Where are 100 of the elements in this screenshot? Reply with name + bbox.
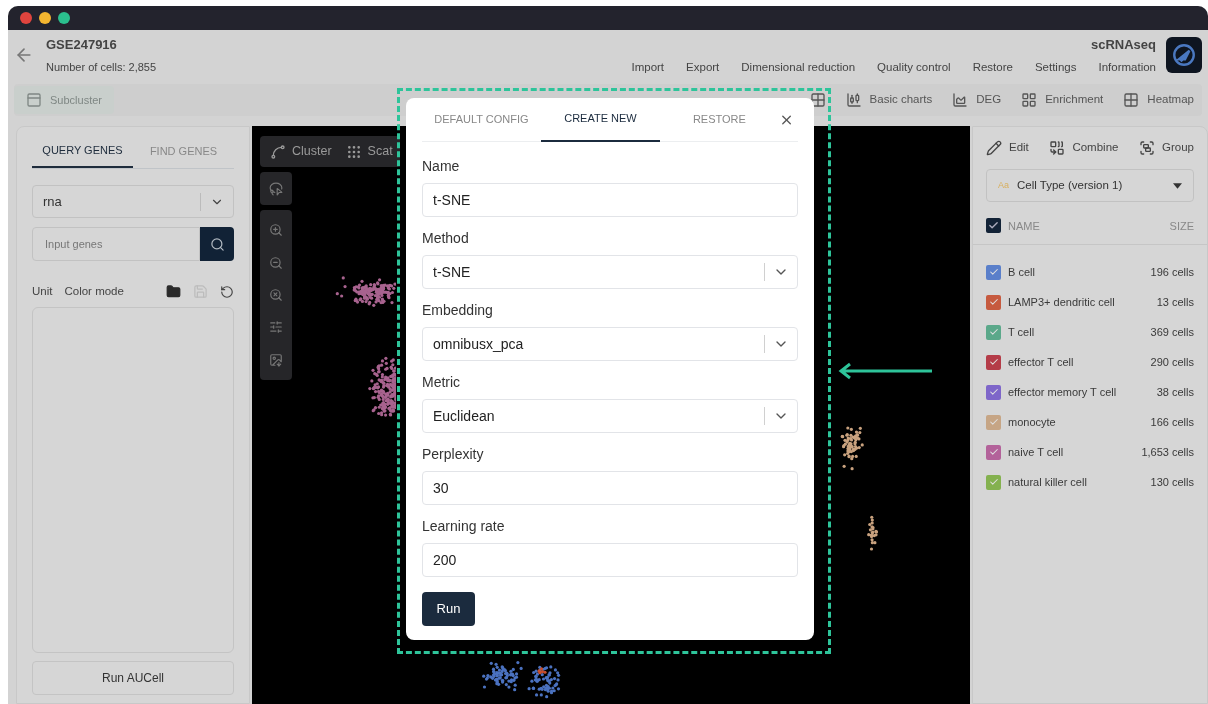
cell-type-checkbox[interactable]: [986, 264, 1001, 280]
toolbar-button[interactable]: [809, 92, 826, 108]
close-window-button[interactable]: [20, 12, 32, 24]
check-icon: [988, 297, 999, 308]
field-label: Embedding: [422, 301, 494, 320]
menu-item[interactable]: Dimensional reduction: [741, 59, 856, 77]
menu-item[interactable]: Settings: [1034, 59, 1077, 77]
candlestick-icon: [845, 92, 862, 108]
check-icon: [988, 357, 999, 368]
input-field[interactable]: t-SNE: [422, 183, 798, 217]
app-name: scRNAseq: [1090, 36, 1156, 54]
field-label: Metric: [422, 373, 462, 392]
run-button[interactable]: Run: [422, 592, 475, 626]
dots-icon: [345, 143, 362, 160]
app-logo: [1166, 37, 1202, 73]
check-icon: [988, 417, 999, 428]
sliders-icon[interactable]: [269, 320, 283, 335]
column-header: NAME: [1008, 218, 1041, 234]
gene-search-field[interactable]: Input genes: [32, 227, 200, 261]
cell-type-checkbox[interactable]: [986, 444, 1001, 460]
column-header: SIZE: [1169, 218, 1194, 234]
modal-tab[interactable]: RESTORE: [659, 97, 779, 142]
grid-icon: [1123, 92, 1140, 108]
check-icon: [988, 477, 999, 488]
cell-count: 38 cells: [1156, 385, 1194, 400]
annotation-action-button[interactable]: Group: [1139, 139, 1194, 157]
annotation-action-button[interactable]: Combine: [1049, 139, 1119, 157]
cell-count: 369 cells: [1150, 325, 1194, 340]
search-icon: [209, 236, 225, 252]
pencil-icon: [986, 139, 1002, 156]
menu-item[interactable]: Import: [631, 59, 665, 77]
area-chart-icon: [952, 92, 969, 108]
menu-item[interactable]: Information: [1098, 59, 1156, 77]
assay-select[interactable]: rna: [32, 185, 234, 218]
menu-item[interactable]: Restore: [972, 59, 1013, 77]
caret-down-icon: [1173, 182, 1182, 189]
panel-tab[interactable]: QUERY GENES: [32, 135, 133, 168]
zoom-out-icon[interactable]: [269, 255, 283, 270]
cell-type-name: LAMP3+ dendritic cell: [1008, 295, 1116, 310]
select-field[interactable]: Euclidean: [422, 399, 798, 433]
cell-type-name: effector T cell: [1008, 355, 1075, 370]
combine-icon: [1049, 139, 1066, 156]
cell-type-checkbox[interactable]: [986, 414, 1001, 430]
cell-count: 13 cells: [1156, 295, 1194, 310]
field-label: Learning rate: [422, 517, 506, 536]
option-label[interactable]: Unit: [32, 283, 53, 301]
check-icon: [988, 447, 999, 458]
group-icon: [1139, 139, 1155, 156]
image-download-icon[interactable]: [269, 352, 283, 367]
menu-item[interactable]: Export: [686, 59, 720, 77]
search-button[interactable]: [200, 227, 234, 261]
annotation-action-button[interactable]: Edit: [986, 139, 1029, 157]
field-label: Method: [422, 229, 470, 248]
field-label: Perplexity: [422, 445, 485, 464]
undo-icon[interactable]: [220, 284, 234, 299]
plot-mode-button[interactable]: Cluster: [270, 142, 332, 161]
zoom-reset-icon[interactable]: [269, 287, 283, 302]
window-title: GSE247916: [46, 36, 118, 54]
modal-tab[interactable]: CREATE NEW: [540, 97, 660, 142]
zoom-window-button[interactable]: [58, 12, 70, 24]
check-icon: [988, 327, 999, 338]
grid-icon: [809, 92, 826, 108]
lasso-icon: [269, 181, 283, 196]
toolbar-button[interactable]: DEG: [952, 91, 1002, 109]
minimize-window-button[interactable]: [39, 12, 51, 24]
option-label[interactable]: Color mode: [64, 283, 124, 301]
input-field[interactable]: 200: [422, 543, 798, 577]
cell-type-checkbox[interactable]: [986, 354, 1001, 370]
modal-tab[interactable]: DEFAULT CONFIG: [422, 97, 541, 142]
zoom-in-icon[interactable]: [269, 223, 283, 238]
folder-icon[interactable]: [166, 284, 181, 300]
cell-type-checkbox[interactable]: [986, 324, 1001, 340]
check-icon: [988, 387, 999, 398]
cell-type-name: effector memory T cell: [1008, 385, 1118, 400]
toolbar-button[interactable]: Heatmap: [1123, 91, 1194, 109]
cell-type-name: natural killer cell: [1008, 475, 1088, 490]
panel-icon: [26, 92, 42, 108]
cell-type-checkbox[interactable]: [986, 294, 1001, 310]
toolbar-button[interactable]: Enrichment: [1021, 91, 1104, 109]
annotation-select[interactable]: Aa Cell Type (version 1): [986, 169, 1194, 203]
check-icon: [988, 267, 999, 278]
cell-count: 1,653 cells: [1141, 445, 1194, 460]
type-label: Aa: [998, 179, 1009, 192]
select-all-checkbox[interactable]: [986, 218, 1001, 234]
toolbar-button[interactable]: Basic charts: [845, 91, 933, 109]
select-field[interactable]: t-SNE: [422, 255, 798, 289]
cell-type-checkbox[interactable]: [986, 474, 1001, 490]
input-field[interactable]: 30: [422, 471, 798, 505]
cell-type-name: monocyte: [1008, 415, 1057, 430]
cell-count: 130 cells: [1150, 475, 1194, 490]
run-aucell-button[interactable]: Run AUCell: [32, 661, 234, 696]
plot-mode-button[interactable]: Scat: [345, 142, 393, 161]
cell-count: 166 cells: [1150, 415, 1194, 430]
cell-type-name: T cell: [1008, 325, 1036, 340]
cell-type-checkbox[interactable]: [986, 384, 1001, 400]
cell-type-name: B cell: [1008, 265, 1036, 280]
grid-icon: [1021, 92, 1038, 108]
menu-item[interactable]: Quality control: [877, 59, 951, 77]
select-field[interactable]: omnibusx_pca: [422, 327, 798, 361]
lasso-tool-button[interactable]: [260, 172, 292, 205]
